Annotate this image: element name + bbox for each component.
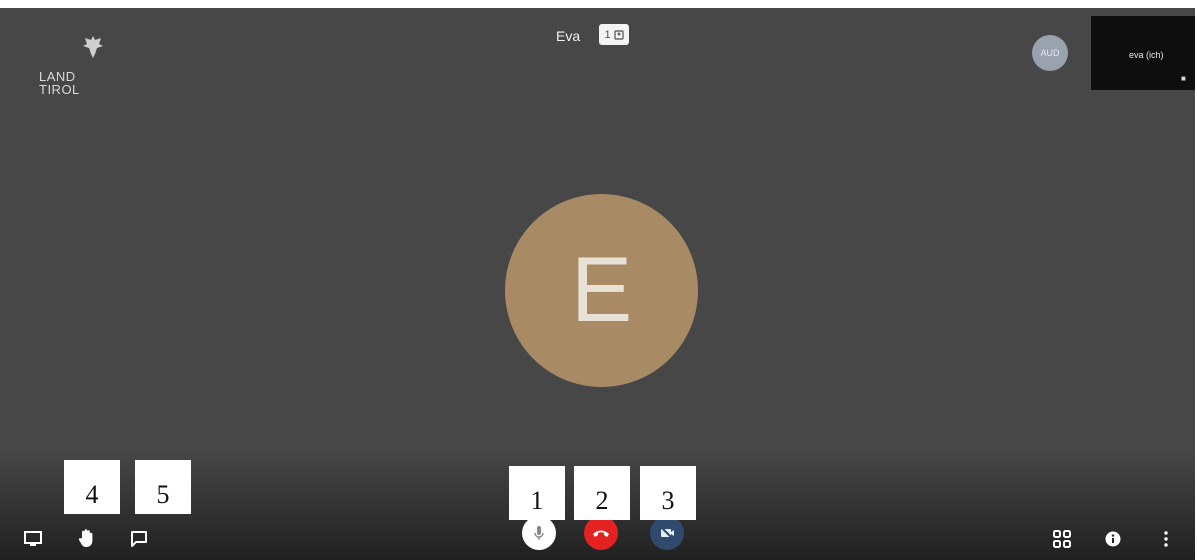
local-video-thumbnail[interactable]: eva (ich) ■ [1091, 16, 1195, 90]
camera-button[interactable] [650, 516, 684, 550]
participant-count: 1 [604, 28, 611, 41]
callout-3-label: 3 [661, 486, 675, 515]
participants-icon [613, 29, 624, 40]
callout-3: 3 [640, 466, 696, 520]
screen-share-icon [24, 531, 42, 546]
callout-1-label: 1 [530, 486, 544, 515]
camera-off-icon [660, 526, 674, 540]
camera-small-icon: ■ [1181, 74, 1186, 83]
more-icon [1164, 531, 1168, 547]
callout-1: 1 [509, 466, 565, 520]
tile-view-icon [1053, 530, 1071, 548]
participant-avatar[interactable]: AUD [1032, 35, 1068, 71]
eagle-crest-icon [83, 36, 103, 58]
callout-5-label: 5 [156, 480, 170, 509]
chat-button[interactable] [130, 530, 148, 548]
participant-count-badge[interactable]: 1 [599, 24, 629, 45]
logo-line-2: TIROL [39, 82, 80, 97]
callout-5: 5 [135, 460, 191, 514]
hangup-icon [593, 530, 609, 537]
callout-4-label: 4 [85, 480, 99, 509]
thumbnail-label: eva (ich) [1129, 50, 1164, 60]
main-avatar: E [505, 194, 698, 387]
tile-view-button[interactable] [1052, 529, 1072, 549]
microphone-icon [534, 526, 544, 540]
info-button[interactable] [1105, 531, 1121, 547]
raise-hand-icon [78, 529, 93, 547]
chat-icon [131, 531, 147, 547]
main-avatar-initial: E [570, 239, 633, 341]
callout-2-label: 2 [595, 486, 609, 515]
microphone-button[interactable] [522, 516, 556, 550]
screen-share-button[interactable] [24, 531, 42, 547]
participant-name: Eva [556, 28, 581, 44]
participant-avatar-initials: AUD [1040, 48, 1060, 58]
more-options-button[interactable] [1163, 530, 1169, 548]
callout-4: 4 [64, 460, 120, 514]
info-icon [1105, 531, 1121, 547]
callout-2: 2 [574, 466, 630, 520]
raise-hand-button[interactable] [78, 528, 96, 548]
hangup-button[interactable] [584, 516, 618, 550]
